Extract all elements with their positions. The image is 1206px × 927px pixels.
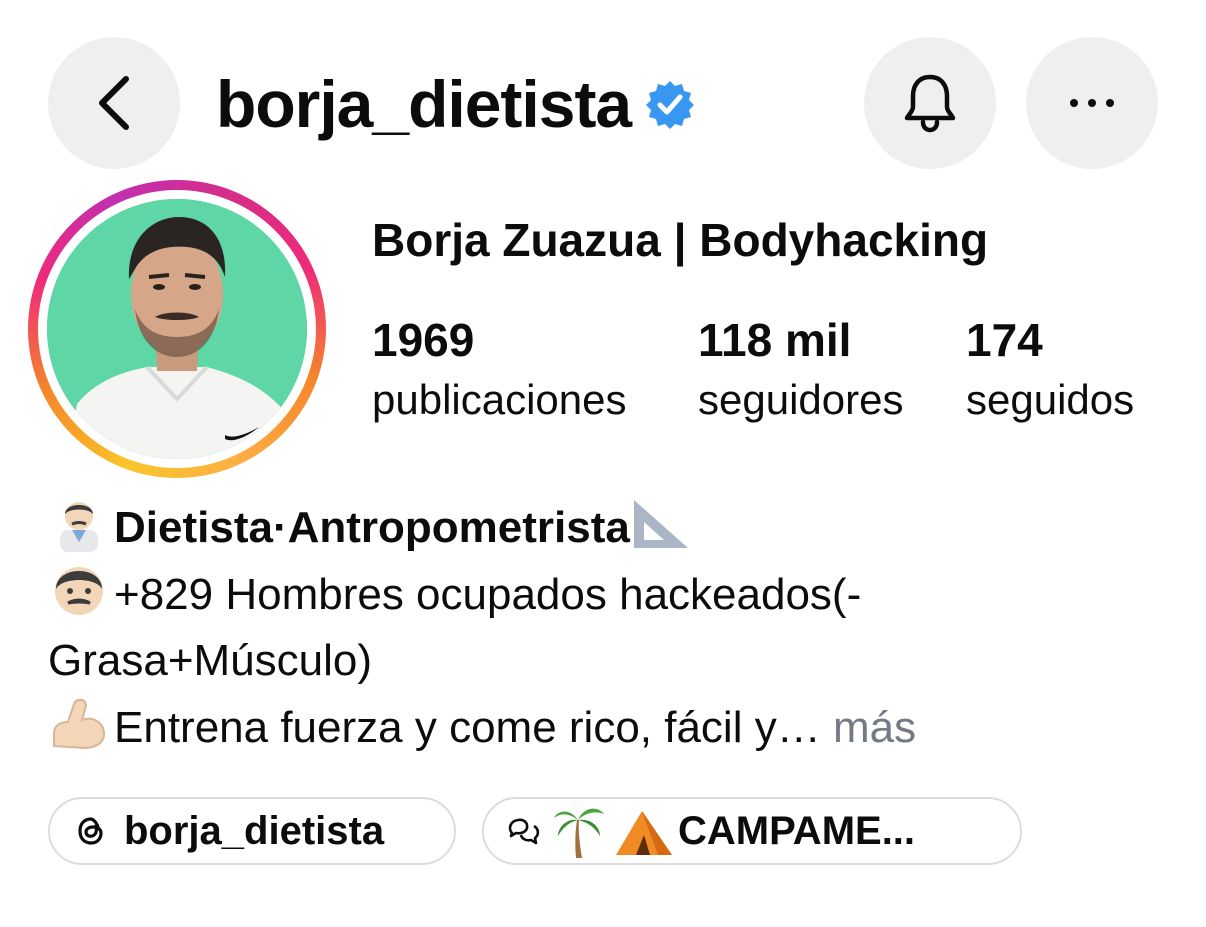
bio: Dietista·Antropometrista +829 Hombres oc… — [48, 494, 1168, 761]
more-link[interactable]: más — [821, 703, 916, 752]
verified-badge-icon — [646, 81, 695, 129]
bio-line: Entrena fuerza y come rico, fácil y… más — [48, 694, 1168, 761]
stat-value: 118 mil — [698, 314, 852, 366]
channel-label: CAMPAME... — [678, 808, 916, 853]
bio-line-3: Entrena fuerza y come rico, fácil y… — [114, 703, 821, 752]
stat-label: seguidos — [966, 376, 1135, 423]
bio-line: Dietista·Antropometrista — [48, 494, 1168, 561]
bio-line-2a: +829 Hombres ocupados hackeados(- — [114, 570, 862, 619]
profile-username-header: borja_dietista — [216, 62, 695, 146]
palm-tree-emoji-icon — [554, 808, 604, 858]
stat-label: seguidores — [698, 376, 904, 423]
stat-following[interactable]: 174 seguidos — [966, 312, 1134, 432]
stat-label: publicaciones — [372, 376, 627, 423]
username: borja_dietista — [216, 67, 632, 141]
doctor-emoji-icon — [60, 502, 98, 552]
man-emoji-icon — [55, 567, 103, 615]
notifications-button[interactable] — [864, 37, 996, 169]
threads-link-pill[interactable]: borja_dietista — [48, 797, 456, 865]
avatar-border — [38, 190, 316, 468]
story-ring[interactable] — [28, 180, 326, 478]
back-button[interactable] — [48, 37, 180, 169]
profile-photo — [47, 199, 307, 459]
flexed-biceps-emoji-icon — [53, 698, 106, 750]
chevron-left-icon — [99, 76, 129, 130]
display-name: Borja Zuazua | Bodyhacking — [372, 214, 989, 266]
triangular-ruler-emoji-icon — [633, 500, 688, 548]
bio-line: +829 Hombres ocupados hackeados(- — [48, 561, 1168, 628]
broadcast-channel-pill[interactable]: CAMPAME... — [482, 797, 1022, 865]
stat-posts[interactable]: 1969 publicaciones — [372, 312, 627, 432]
threads-link-label: borja_dietista — [124, 808, 385, 853]
tent-emoji-icon — [616, 811, 672, 855]
bio-line-1: Dietista·Antropometrista — [114, 503, 630, 552]
avatar[interactable] — [47, 199, 307, 459]
stat-value: 1969 — [372, 314, 475, 366]
stat-followers[interactable]: 118 mil seguidores — [698, 312, 903, 432]
chat-bubbles-icon — [508, 818, 540, 845]
threads-icon — [78, 817, 103, 845]
more-horizontal-icon — [1070, 99, 1114, 107]
stat-value: 174 — [966, 314, 1043, 366]
bell-icon — [904, 74, 956, 133]
bio-line-2b: Grasa+Músculo) — [48, 636, 373, 685]
more-options-button[interactable] — [1026, 37, 1158, 169]
